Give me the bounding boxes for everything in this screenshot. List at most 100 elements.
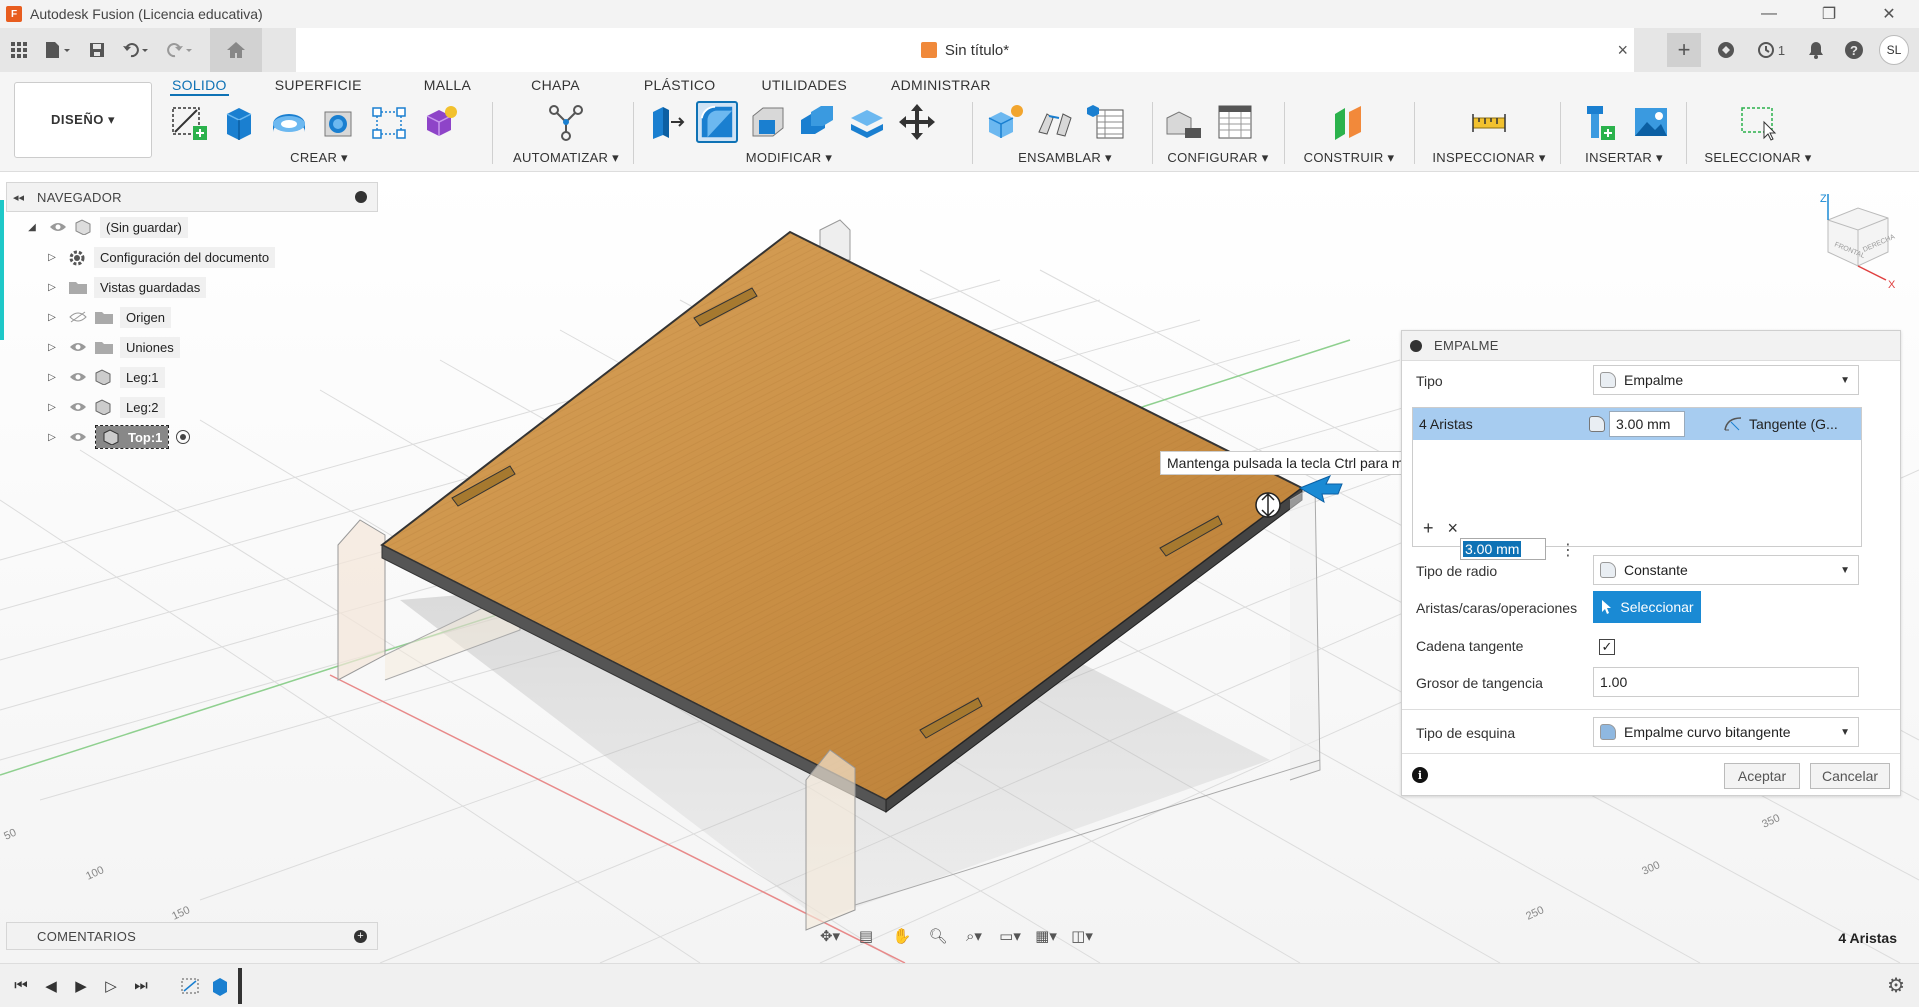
minimize-button[interactable]: — (1739, 0, 1799, 28)
timeline-extrude-feature-icon[interactable] (206, 971, 236, 1001)
tangency-weight-input[interactable]: 1.00 (1593, 667, 1859, 697)
insert-canvas-icon[interactable] (1630, 101, 1672, 143)
close-tab-icon[interactable]: × (1617, 40, 1628, 61)
pan-hand-icon[interactable]: ✋ (887, 924, 917, 948)
offset-plane-icon[interactable] (1328, 101, 1370, 143)
group-label-automatizar[interactable]: AUTOMATIZAR ▾ (510, 150, 622, 166)
tree-item-named-views[interactable]: ▷ Vistas guardadas (44, 274, 207, 300)
configuration-table-icon[interactable] (1214, 101, 1256, 143)
hidden-eye-icon[interactable] (68, 310, 88, 324)
tree-label-top1[interactable]: Top:1 (94, 425, 170, 449)
tab-chapa[interactable]: CHAPA (529, 74, 582, 96)
measure-icon[interactable] (1468, 101, 1510, 143)
group-label-seleccionar[interactable]: SELECCIONAR ▾ (1700, 150, 1816, 166)
visibility-eye-icon[interactable] (68, 370, 88, 384)
timeline-prev-icon[interactable]: ◀ (36, 971, 66, 1001)
window-select-icon[interactable] (1737, 101, 1779, 143)
timeline-settings-gear-icon[interactable]: ⚙ (1887, 973, 1905, 998)
zoom-icon[interactable]: 🔍︎ (923, 924, 953, 948)
tree-item-document-settings[interactable]: ▷ Configuración del documento (44, 244, 276, 270)
timeline-marker[interactable] (238, 967, 242, 1004)
tab-malla[interactable]: MALLA (422, 74, 473, 96)
orbit-icon[interactable]: ✥▾ (815, 924, 845, 948)
expand-triangle-icon[interactable]: ◢ (24, 222, 40, 233)
tab-superficie[interactable]: SUPERFICIE (273, 74, 364, 96)
corner-type-dropdown[interactable]: Empalme curvo bitangente ▼ (1593, 717, 1859, 747)
more-options-icon[interactable]: ⋮ (1560, 540, 1576, 560)
visibility-eye-icon[interactable] (68, 340, 88, 354)
bill-of-materials-icon[interactable] (1084, 101, 1126, 143)
expand-triangle-icon[interactable]: ▷ (44, 252, 60, 263)
tree-item-origin[interactable]: ▷ Origen (44, 304, 172, 330)
timeline-play-icon[interactable]: ▶ (66, 971, 96, 1001)
workspace-switcher[interactable]: DISEÑO ▾ (14, 82, 152, 158)
expand-triangle-icon[interactable]: ▷ (44, 432, 60, 443)
create-sketch-icon[interactable] (168, 101, 210, 143)
group-label-inspeccionar[interactable]: INSPECCIONAR ▾ (1424, 150, 1554, 166)
activate-component-radio[interactable] (176, 430, 191, 444)
group-label-crear[interactable]: CREAR ▾ (158, 150, 480, 166)
create-form-icon[interactable] (418, 101, 460, 143)
collapse-browser-icon[interactable]: ◂◂ (13, 191, 24, 204)
timeline-end-icon[interactable]: ⏭ (126, 971, 156, 1001)
automate-icon[interactable] (545, 101, 587, 143)
viewcube[interactable]: Z X FRONTAL DERECHA (1808, 190, 1908, 291)
extrude-icon[interactable] (218, 101, 260, 143)
tree-label-origin[interactable]: Origen (120, 306, 172, 328)
document-tab[interactable]: Sin título* × (296, 28, 1634, 72)
file-menu-icon[interactable] (38, 35, 78, 65)
group-label-insertar[interactable]: INSERTAR ▾ (1572, 150, 1676, 166)
expand-triangle-icon[interactable]: ▷ (44, 342, 60, 353)
tab-solido[interactable]: SOLIDO (170, 74, 229, 96)
group-label-construir[interactable]: CONSTRUIR ▾ (1296, 150, 1402, 166)
hole-icon[interactable] (318, 101, 360, 143)
add-edge-set-button[interactable]: + (1423, 518, 1434, 539)
job-status-icon[interactable]: 1 (1751, 37, 1791, 63)
fit-icon[interactable]: ⌕▾ (959, 924, 989, 948)
new-component-icon[interactable] (984, 101, 1026, 143)
timeline-sketch-feature-icon[interactable] (176, 971, 206, 1001)
expand-triangle-icon[interactable]: ▷ (44, 402, 60, 413)
tab-utilidades[interactable]: UTILIDADES (760, 74, 849, 96)
remove-edge-set-button[interactable]: × (1448, 518, 1459, 539)
tree-label-leg1[interactable]: Leg:1 (120, 366, 165, 388)
add-comment-icon[interactable]: + (354, 929, 367, 943)
tab-plastico[interactable]: PLÁSTICO (642, 74, 718, 96)
tree-root[interactable]: ◢ (Sin guardar) (24, 214, 188, 240)
notifications-bell-icon[interactable] (1803, 37, 1829, 63)
info-icon[interactable]: i (1412, 767, 1428, 783)
group-label-ensamblar[interactable]: ENSAMBLAR ▾ (984, 150, 1146, 166)
fillet-icon[interactable] (696, 101, 738, 143)
insert-mcmaster-icon[interactable] (1576, 101, 1618, 143)
configure-model-icon[interactable] (1162, 101, 1204, 143)
timeline-next-icon[interactable]: ▷ (96, 971, 126, 1001)
timeline-start-icon[interactable]: ⏮ (6, 971, 36, 1001)
expand-triangle-icon[interactable]: ▷ (44, 282, 60, 293)
restore-button[interactable]: ❐ (1799, 0, 1859, 28)
tangent-chain-checkbox[interactable]: ✓ (1599, 639, 1615, 655)
type-dropdown[interactable]: Empalme ▼ (1593, 365, 1859, 395)
tree-label-named-views[interactable]: Vistas guardadas (94, 276, 207, 298)
select-edges-button[interactable]: Seleccionar (1593, 591, 1701, 623)
grid-settings-icon[interactable]: ▦▾ (1031, 924, 1061, 948)
apps-grid-icon[interactable] (4, 35, 34, 65)
undo-icon[interactable] (116, 35, 156, 65)
group-label-modificar[interactable]: MODIFICAR ▾ (616, 150, 962, 166)
new-tab-plus-icon[interactable]: + (1667, 33, 1701, 67)
tree-item-joints[interactable]: ▷ Uniones (44, 334, 180, 360)
close-window-button[interactable]: ✕ (1859, 0, 1919, 28)
revolve-icon[interactable] (268, 101, 310, 143)
home-icon[interactable] (210, 28, 262, 72)
visibility-eye-icon[interactable] (68, 430, 88, 444)
floating-radius-input[interactable]: 3.00 mm (1460, 538, 1546, 560)
viewports-icon[interactable]: ◫▾ (1067, 924, 1097, 948)
move-copy-icon[interactable] (896, 101, 938, 143)
combine-icon[interactable] (796, 101, 838, 143)
visibility-eye-icon[interactable] (48, 220, 68, 234)
tree-item-leg1[interactable]: ▷ Leg:1 (44, 364, 165, 390)
tree-item-top1[interactable]: ▷ Top:1 (44, 424, 191, 450)
look-at-icon[interactable]: ▤ (851, 924, 881, 948)
tree-label-joints[interactable]: Uniones (120, 336, 180, 358)
extensions-icon[interactable] (1713, 37, 1739, 63)
joint-icon[interactable] (1034, 101, 1076, 143)
